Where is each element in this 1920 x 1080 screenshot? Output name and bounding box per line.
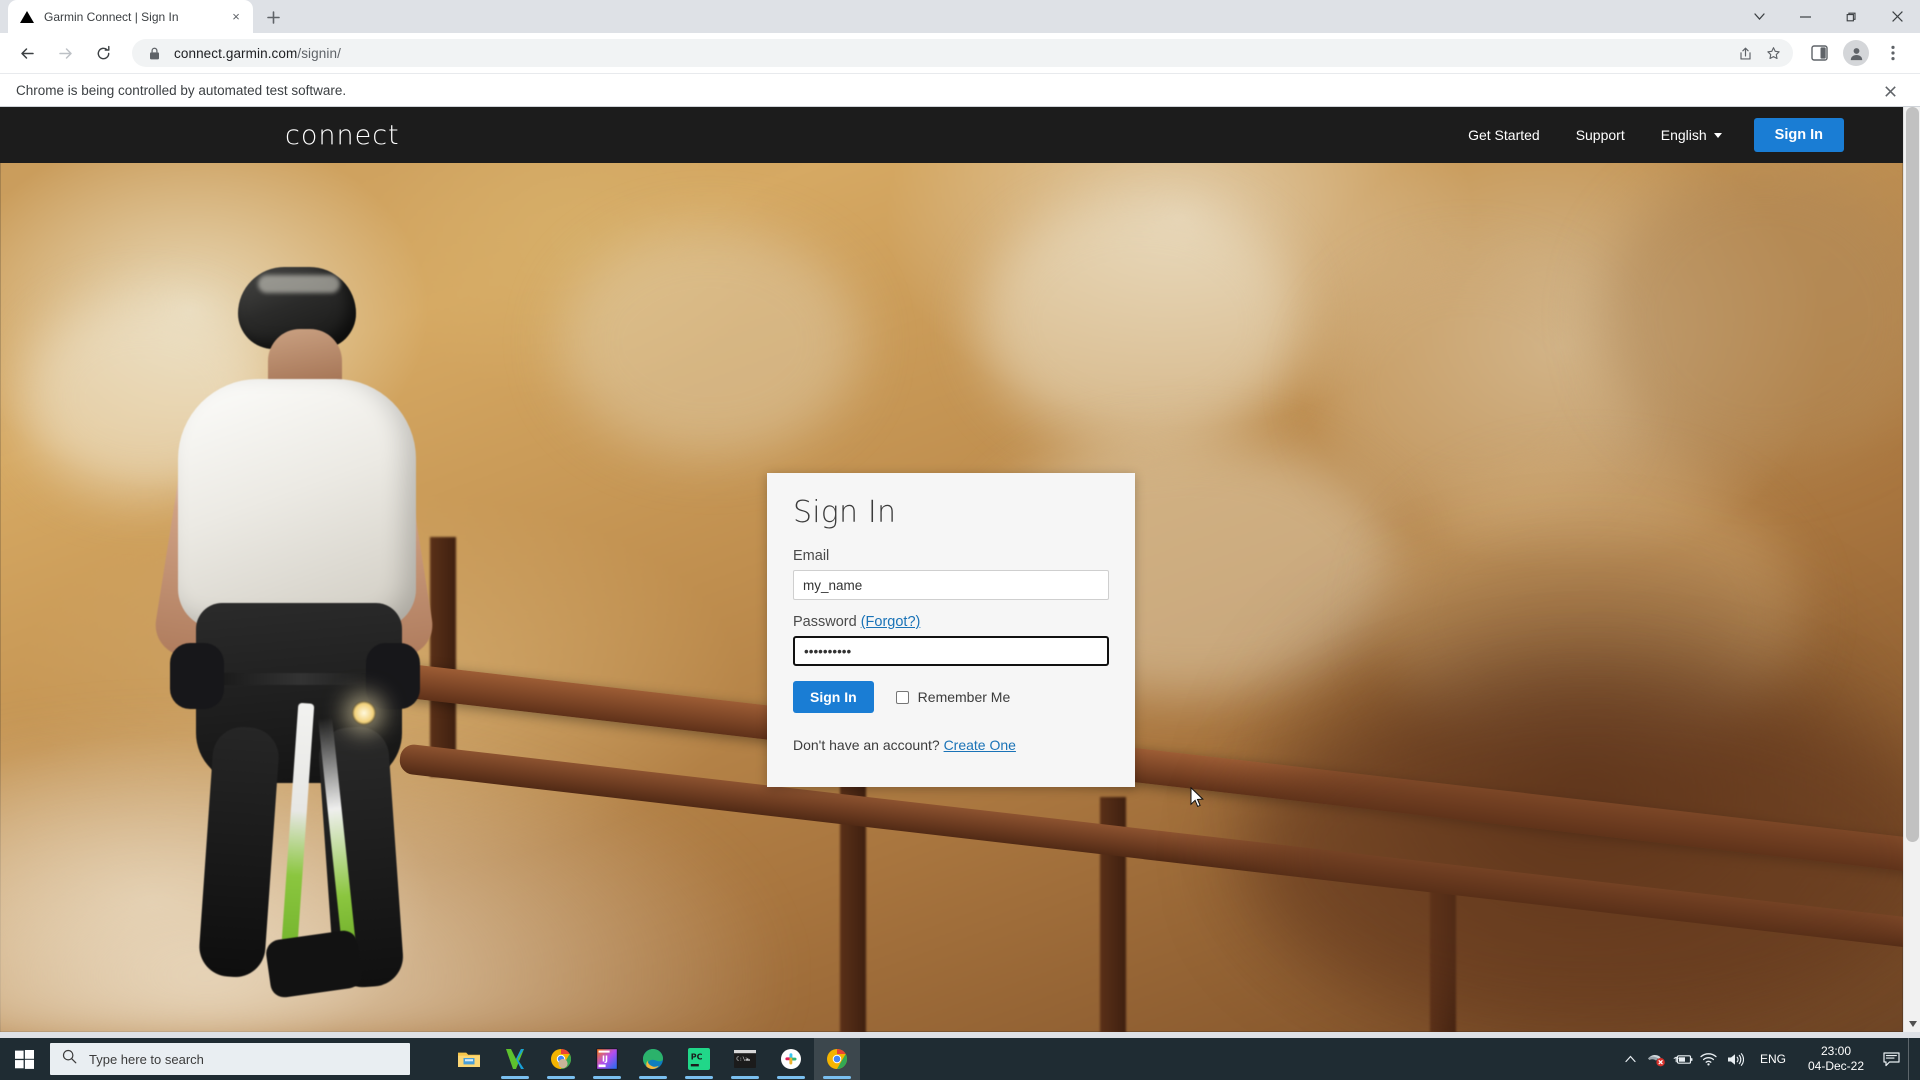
three-dot-menu-icon[interactable]	[1879, 39, 1907, 67]
infobar-close-icon[interactable]	[1876, 74, 1904, 108]
close-window-button[interactable]	[1874, 0, 1920, 33]
password-label-text: Password	[793, 614, 857, 630]
scrollbar-down-arrow-icon[interactable]	[1904, 1015, 1920, 1032]
profile-avatar-icon[interactable]	[1843, 40, 1869, 66]
chrome-browser-window: Garmin Connect | Sign In × connect.garmi…	[0, 0, 1920, 1080]
svg-text:IJ: IJ	[602, 1055, 608, 1064]
sign-in-card: Sign In Email Password (Forgot?) Sign In…	[767, 473, 1135, 787]
language-selector[interactable]: English	[1643, 127, 1740, 143]
tab-search-button[interactable]	[1736, 0, 1782, 33]
tab-title: Garmin Connect | Sign In	[44, 9, 179, 24]
start-button[interactable]	[0, 1038, 48, 1080]
window-controls	[1736, 0, 1920, 33]
address-bar-url: connect.garmin.com/signin/	[174, 46, 341, 61]
chrome-profile-icon[interactable]	[538, 1038, 584, 1080]
new-tab-button[interactable]	[259, 3, 287, 31]
kaspersky-tray-icon[interactable]	[1644, 1038, 1670, 1080]
slack-icon[interactable]	[768, 1038, 814, 1080]
create-one-link[interactable]: Create One	[944, 737, 1016, 753]
windows-taskbar: Type here to search IJ PC C:\> ENG 23:00…	[0, 1038, 1920, 1080]
email-field[interactable]	[793, 570, 1109, 600]
action-center-icon[interactable]	[1874, 1038, 1908, 1080]
minimize-button[interactable]	[1782, 0, 1828, 33]
forgot-password-link[interactable]: (Forgot?)	[861, 614, 921, 630]
pycharm-icon[interactable]: PC	[676, 1038, 722, 1080]
browser-tab-garmin[interactable]: Garmin Connect | Sign In ×	[8, 0, 253, 33]
chrome-icon[interactable]	[814, 1038, 860, 1080]
microsoft-edge-icon[interactable]	[630, 1038, 676, 1080]
terminal-icon[interactable]: C:\>	[722, 1038, 768, 1080]
show-hidden-icons-button[interactable]	[1618, 1038, 1644, 1080]
nav-right-group: Get Started Support English Sign In	[1450, 118, 1844, 152]
svg-text:PC: PC	[691, 1053, 703, 1062]
nav-link-support[interactable]: Support	[1558, 127, 1643, 143]
taskbar-app-list: IJ PC C:\>	[446, 1038, 860, 1080]
search-input[interactable]: Type here to search	[50, 1043, 410, 1075]
tab-strip: Garmin Connect | Sign In ×	[0, 0, 1920, 33]
password-field[interactable]	[793, 636, 1109, 666]
page-scrollbar[interactable]	[1903, 107, 1920, 1032]
page-title: Sign In	[793, 495, 897, 530]
garmin-triangle-icon	[19, 9, 35, 25]
email-label: Email	[793, 548, 830, 564]
garmin-top-nav: connect Get Started Support English Sign…	[0, 107, 1920, 163]
password-label: Password (Forgot?)	[793, 614, 1109, 630]
language-selector-label: English	[1660, 127, 1707, 143]
back-icon[interactable]	[13, 39, 41, 67]
battery-icon[interactable]	[1670, 1038, 1696, 1080]
create-account-row: Don't have an account? Create One	[793, 737, 1109, 753]
address-bar[interactable]: connect.garmin.com/signin/	[132, 39, 1793, 67]
star-icon[interactable]	[1761, 41, 1785, 65]
form-actions-row: Sign In Remember Me	[793, 681, 1109, 713]
forward-icon[interactable]	[51, 39, 79, 67]
intellij-idea-icon[interactable]: IJ	[584, 1038, 630, 1080]
connect-logo[interactable]: connect	[285, 120, 400, 151]
automation-infobar: Chrome is being controlled by automated …	[0, 73, 1920, 107]
clock-time: 23:00	[1820, 1044, 1851, 1058]
remember-me-control[interactable]: Remember Me	[895, 689, 1011, 705]
page-viewport: connect Get Started Support English Sign…	[0, 107, 1920, 1032]
language-indicator[interactable]: ENG	[1748, 1052, 1798, 1066]
maximize-button[interactable]	[1828, 0, 1874, 33]
clock-date: 04-Dec-22	[1807, 1059, 1864, 1073]
share-icon[interactable]	[1733, 41, 1757, 65]
remember-me-checkbox[interactable]	[895, 690, 909, 704]
automation-infobar-text: Chrome is being controlled by automated …	[16, 82, 347, 98]
nav-link-get-started[interactable]: Get Started	[1450, 127, 1558, 143]
side-panel-icon[interactable]	[1805, 39, 1833, 67]
mouse-cursor	[1190, 786, 1204, 808]
sign-in-submit-button[interactable]: Sign In	[793, 681, 874, 713]
chevron-down-icon	[1713, 132, 1722, 138]
search-icon	[62, 1049, 77, 1069]
omnibox-actions	[1731, 39, 1787, 67]
nav-sign-in-button[interactable]: Sign In	[1753, 118, 1844, 152]
remember-me-label: Remember Me	[917, 689, 1011, 705]
search-placeholder-text: Type here to search	[89, 1051, 204, 1067]
file-explorer-icon[interactable]	[446, 1038, 492, 1080]
kaspersky-icon[interactable]	[492, 1038, 538, 1080]
url-path: /signin/	[297, 45, 341, 61]
tab-close-icon[interactable]: ×	[227, 8, 245, 26]
url-host: connect.garmin.com	[174, 45, 298, 61]
no-account-text: Don't have an account?	[793, 737, 940, 753]
wifi-icon[interactable]	[1696, 1038, 1722, 1080]
scrollbar-thumb[interactable]	[1906, 107, 1919, 842]
show-desktop-button[interactable]	[1908, 1038, 1916, 1080]
volume-icon[interactable]	[1722, 1038, 1748, 1080]
system-tray: ENG 23:00 04-Dec-22	[1618, 1038, 1920, 1080]
lock-icon[interactable]	[146, 45, 162, 61]
reload-icon[interactable]	[89, 39, 117, 67]
clock[interactable]: 23:00 04-Dec-22	[1798, 1038, 1874, 1080]
browser-toolbar: connect.garmin.com/signin/	[0, 33, 1920, 73]
